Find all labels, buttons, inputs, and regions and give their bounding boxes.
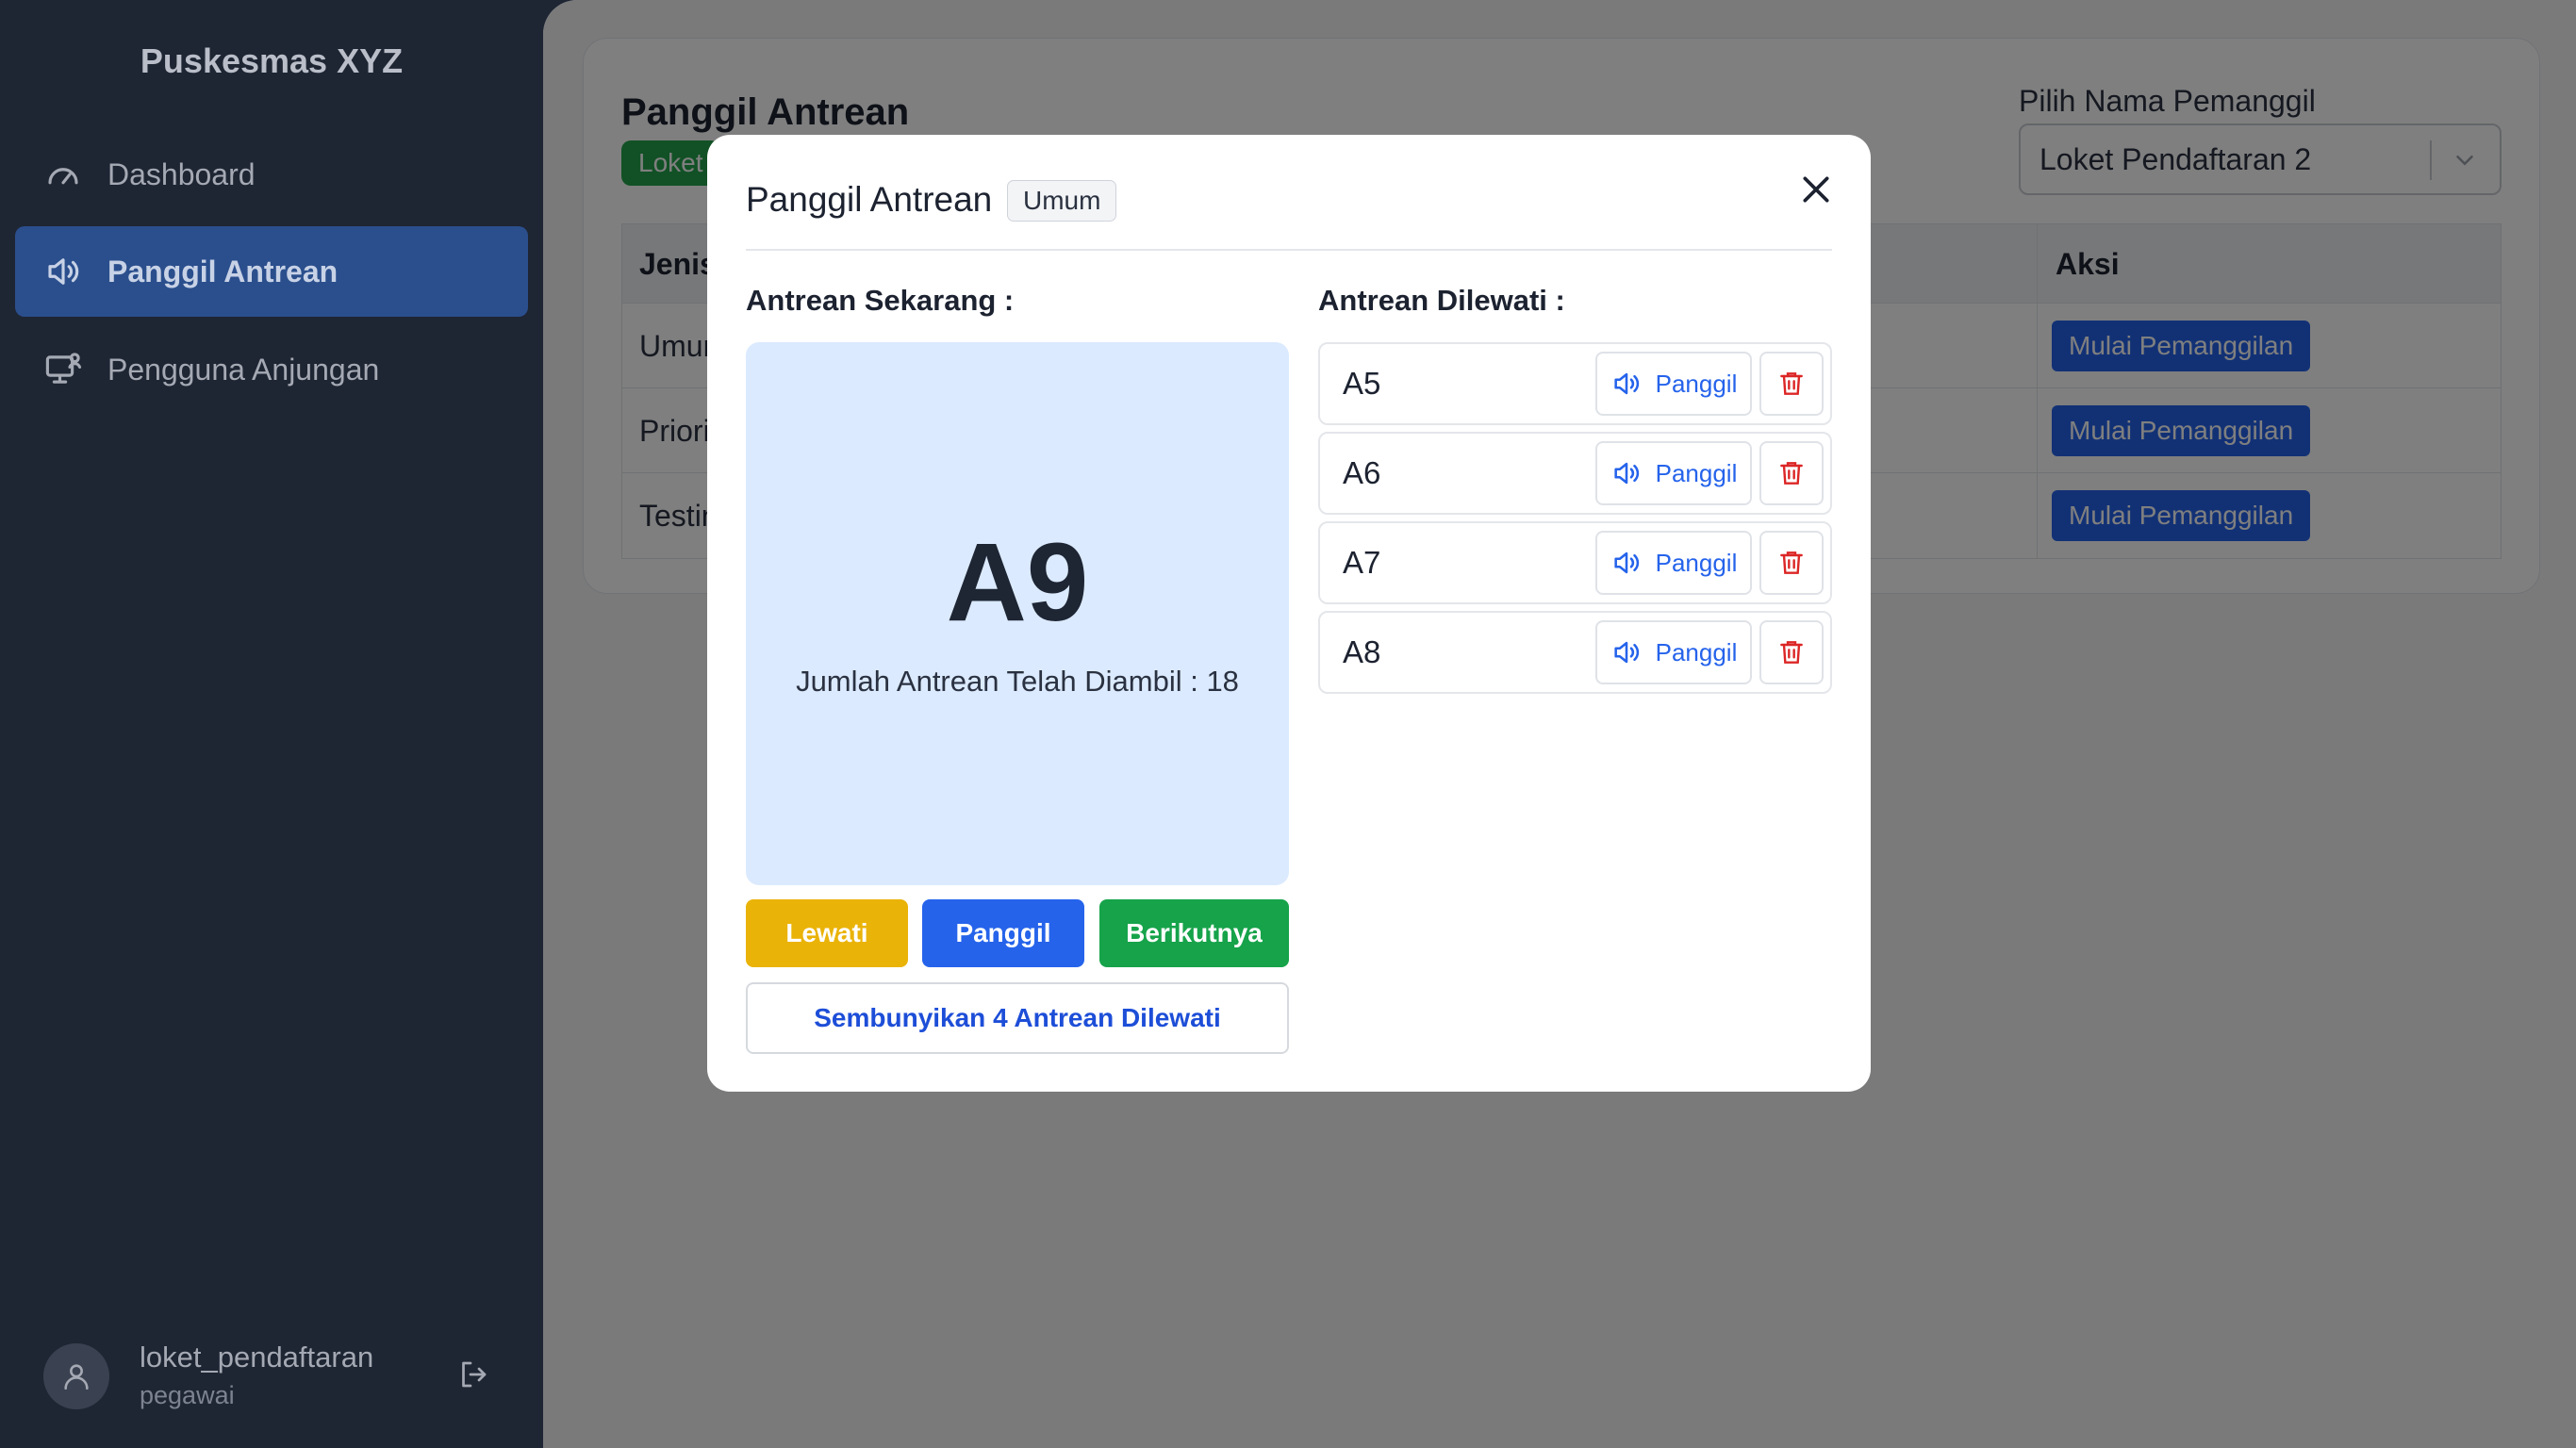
next-button[interactable]: Berikutnya	[1099, 899, 1289, 967]
speaker-icon	[43, 252, 83, 291]
skipped-queue-item: A8 Panggil	[1318, 611, 1832, 694]
skipped-queue-item: A5 Panggil	[1318, 342, 1832, 425]
recall-label: Panggil	[1655, 458, 1738, 487]
speaker-icon	[1614, 551, 1639, 574]
trash-icon	[1780, 641, 1803, 664]
skip-button[interactable]: Lewati	[746, 899, 908, 967]
queue-code: A7	[1343, 545, 1381, 580]
current-queue-number: A9	[946, 520, 1089, 645]
call-queue-modal: Panggil Antrean Umum Antrean Sekarang : …	[707, 135, 1871, 1092]
hide-skipped-button[interactable]: Sembunyikan 4 Antrean Dilewati	[746, 982, 1289, 1054]
skipped-queue-item: A7 Panggil	[1318, 521, 1832, 604]
delete-button[interactable]	[1759, 352, 1824, 416]
delete-button[interactable]	[1759, 531, 1824, 595]
trash-icon	[1780, 462, 1803, 485]
avatar	[43, 1343, 109, 1409]
sidebar-item-label: Dashboard	[107, 156, 256, 191]
speaker-icon	[1614, 372, 1639, 395]
sidebar-item-dashboard[interactable]: Dashboard	[15, 129, 528, 220]
user-name: loket_pendaftaran	[140, 1341, 374, 1374]
recall-button[interactable]: Panggil	[1595, 620, 1752, 684]
recall-button[interactable]: Panggil	[1595, 352, 1752, 416]
queue-code: A6	[1343, 455, 1381, 490]
taken-count-text: Jumlah Antrean Telah Diambil : 18	[796, 665, 1239, 698]
recall-label: Panggil	[1655, 637, 1738, 666]
brand-title: Puskesmas XYZ	[140, 41, 404, 80]
sidebar-item-pengguna-anjungan[interactable]: Pengguna Anjungan	[15, 324, 528, 415]
trash-icon	[1780, 372, 1803, 395]
category-badge: Umum	[1007, 180, 1117, 222]
queue-code: A5	[1343, 366, 1381, 401]
user-profile: loket_pendaftaran pegawai	[43, 1339, 373, 1414]
call-button[interactable]: Panggil	[922, 899, 1084, 967]
user-role: pegawai	[140, 1381, 235, 1409]
delete-button[interactable]	[1759, 620, 1824, 684]
gauge-icon	[43, 155, 83, 194]
sidebar-item-panggil-antrean[interactable]: Panggil Antrean	[15, 226, 528, 317]
sidebar-item-label: Panggil Antrean	[107, 254, 339, 288]
delete-button[interactable]	[1759, 441, 1824, 505]
modal-divider	[746, 249, 1832, 251]
skipped-queue-label: Antrean Dilewati :	[1318, 284, 1565, 317]
speaker-icon	[1614, 641, 1639, 664]
close-icon[interactable]	[1797, 171, 1835, 208]
queue-code: A8	[1343, 634, 1381, 669]
monitor-user-icon	[43, 350, 83, 389]
recall-button[interactable]: Panggil	[1595, 531, 1752, 595]
recall-label: Panggil	[1655, 369, 1738, 398]
modal-title: Panggil Antrean	[746, 180, 993, 219]
skipped-queue-item: A6 Panggil	[1318, 432, 1832, 515]
logout-icon[interactable]	[456, 1358, 490, 1391]
speaker-icon	[1614, 462, 1639, 485]
current-queue-label: Antrean Sekarang :	[746, 284, 1015, 317]
trash-icon	[1780, 551, 1803, 574]
sidebar-item-label: Pengguna Anjungan	[107, 352, 380, 387]
recall-label: Panggil	[1655, 548, 1738, 577]
current-queue-panel: A9 Jumlah Antrean Telah Diambil : 18	[746, 342, 1289, 885]
sidebar: Puskesmas XYZ Dashboard Panggil Antrean …	[0, 0, 543, 1448]
recall-button[interactable]: Panggil	[1595, 441, 1752, 505]
